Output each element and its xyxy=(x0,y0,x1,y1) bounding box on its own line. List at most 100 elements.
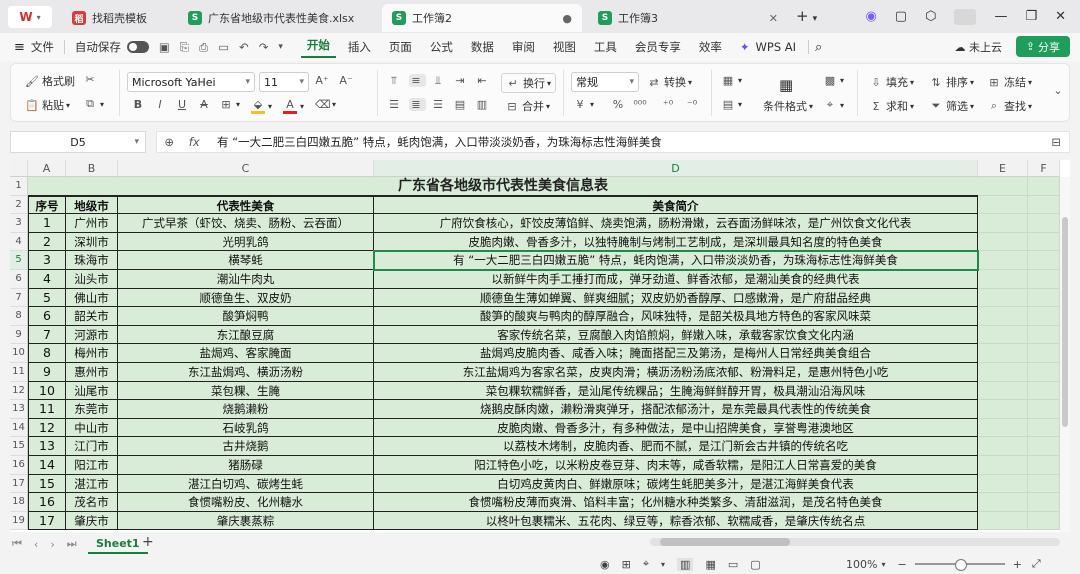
sort-button[interactable]: ⇅ 排序 ▾ xyxy=(929,74,974,90)
table-cell[interactable]: 有 “一大二肥三白四嫩五脆” 特点，蚝肉饱满，入口带淡淡奶香，为珠海标志性海鲜美… xyxy=(374,251,978,270)
sheet-button[interactable]: ▤ ▾ xyxy=(721,98,742,111)
row-header[interactable]: 10 xyxy=(10,344,28,363)
tab-workbook2[interactable]: S 工作簿2 ● xyxy=(382,4,582,32)
table-cell[interactable]: 广府饮食核心，虾饺皮薄馅鲜、烧卖饱满，肠粉滑嫩，云吞面汤鲜味浓，是广州饮食文化代… xyxy=(374,214,978,233)
empty-cell[interactable] xyxy=(1028,344,1060,363)
align-bottom-button[interactable]: ⫫ xyxy=(431,74,448,88)
vertical-scrollbar[interactable] xyxy=(1060,177,1070,532)
sheet-title-cell[interactable]: 广东省各地级市代表性美食信息表 xyxy=(28,177,978,196)
table-cell[interactable]: 珠海市 xyxy=(66,251,118,270)
align-center-button[interactable]: ≣ xyxy=(409,98,426,111)
empty-cell[interactable] xyxy=(978,437,1028,456)
sum-button[interactable]: Σ 求和 ▾ xyxy=(869,98,915,114)
preview-icon[interactable]: ▭ xyxy=(218,40,229,54)
table-cell[interactable]: 12 xyxy=(28,418,66,438)
empty-cell[interactable] xyxy=(1028,270,1060,289)
add-sheet-button[interactable]: + xyxy=(142,532,154,552)
cloud-status[interactable]: ☁ 未上云 xyxy=(955,39,1003,55)
empty-cell[interactable] xyxy=(1028,325,1060,345)
table-cell[interactable]: 16 xyxy=(28,493,66,512)
eye-icon[interactable]: ◉ xyxy=(600,558,610,571)
table-cell[interactable]: 中山市 xyxy=(66,418,118,438)
redo-icon[interactable]: ↷ xyxy=(259,40,269,54)
table-cell[interactable]: 盐焗鸡皮脆肉香、咸香入味；腌面搭配三及第汤，是梅州人日常经典美食组合 xyxy=(374,344,978,363)
empty-cell[interactable] xyxy=(978,400,1028,419)
empty-cell[interactable] xyxy=(978,307,1028,326)
cube-icon[interactable]: ⬡ xyxy=(925,9,936,24)
table-cell[interactable]: 11 xyxy=(28,400,66,419)
expand-formula-icon[interactable]: ⊟ xyxy=(1051,135,1061,149)
spreadsheet-grid[interactable]: A B C D E F 1 2 3 4 5 6 7 8 9 10 11 12 13 14 15 16 17 18 19 广东省各地… xyxy=(10,160,1070,532)
empty-cell[interactable] xyxy=(1028,363,1060,382)
column-header-a[interactable]: A xyxy=(28,160,66,177)
underline-button[interactable]: U xyxy=(175,98,192,111)
empty-cell[interactable] xyxy=(1028,251,1060,270)
search-icon[interactable]: ⌕ xyxy=(815,40,822,55)
row-header[interactable]: 3 xyxy=(10,214,28,233)
row-header[interactable]: 17 xyxy=(10,474,28,494)
table-cell[interactable]: 酸笋焖鸭 xyxy=(118,307,374,326)
save-icon[interactable]: ▣ xyxy=(159,40,170,54)
font-decrease-button[interactable]: A⁻ xyxy=(339,74,356,87)
empty-cell[interactable] xyxy=(1028,214,1060,233)
freeze-button[interactable]: ⊞ 冻结 ▾ xyxy=(987,74,1032,90)
zoom-level[interactable]: 100% xyxy=(846,558,877,571)
empty-cell[interactable] xyxy=(978,270,1028,289)
row-header[interactable]: 5 xyxy=(10,251,28,270)
empty-cell[interactable] xyxy=(1028,474,1060,494)
table-cell[interactable]: 烧鹅皮酥肉嫩，濑粉滑爽弹牙，搭配浓郁汤汁，是东莞最具代表性的传统美食 xyxy=(374,400,978,419)
header-cell[interactable]: 代表性美食 xyxy=(118,195,374,215)
table-cell[interactable]: 皮脆肉嫩、骨香多汁，有多种做法，是中山招牌美食，享誉粤港澳地区 xyxy=(374,418,978,438)
menu-tools[interactable]: 工具 xyxy=(588,39,623,55)
tab-templates[interactable]: 稻 找稻壳模板 xyxy=(62,4,174,32)
table-cell[interactable]: 光明乳鸽 xyxy=(118,232,374,252)
table-cell[interactable]: 皮脆肉嫩、骨香多汁，以独特腌制与烤制工艺制成，是深圳最具知名度的特色美食 xyxy=(374,232,978,252)
table-cell[interactable]: 猪肠碌 xyxy=(118,456,374,475)
export-icon[interactable]: ⎘ xyxy=(180,40,189,55)
justify-button[interactable]: ▤ xyxy=(453,98,470,111)
table-cell[interactable]: 9 xyxy=(28,363,66,382)
chevron-down-icon[interactable]: ▾ xyxy=(881,560,885,569)
prev-sheet-icon[interactable]: ‹ xyxy=(34,538,38,551)
tab-guangdong-food-file[interactable]: S 广东省地级市代表性美食.xlsx xyxy=(178,4,378,32)
fx-icon[interactable]: fx xyxy=(189,135,200,149)
empty-cell[interactable] xyxy=(978,474,1028,494)
align-left-button[interactable]: ☰ xyxy=(387,98,404,111)
empty-cell[interactable] xyxy=(1028,511,1060,531)
minimize-icon[interactable]: — xyxy=(994,9,1007,24)
table-cell[interactable]: 湛江市 xyxy=(66,474,118,494)
hamburger-icon[interactable]: ≡ xyxy=(14,40,25,55)
row-header[interactable]: 12 xyxy=(10,381,28,401)
align-top-button[interactable]: ⫪ xyxy=(387,74,404,88)
empty-cell[interactable] xyxy=(1028,177,1060,196)
zoom-out-icon[interactable]: − xyxy=(897,558,906,571)
copilot-icon[interactable]: ◉ xyxy=(865,9,876,24)
row-header[interactable]: 4 xyxy=(10,232,28,252)
zoom-in-icon[interactable]: + xyxy=(1013,558,1022,571)
empty-cell[interactable] xyxy=(978,456,1028,475)
column-header-c[interactable]: C xyxy=(118,160,374,177)
close-icon[interactable]: ✕ xyxy=(769,12,778,25)
zoom-icon[interactable]: ⊕ xyxy=(164,135,174,149)
table-cell[interactable]: 10 xyxy=(28,381,66,401)
empty-cell[interactable] xyxy=(978,195,1028,215)
filter-button[interactable]: ⏷ 筛选 ▾ xyxy=(929,98,974,114)
table-cell[interactable]: 8 xyxy=(28,344,66,363)
align-middle-button[interactable]: ≡ xyxy=(409,74,426,87)
percent-button[interactable]: % xyxy=(611,98,628,111)
avatar[interactable] xyxy=(954,8,977,25)
merge-button[interactable]: ⊟ 合并 ▾ xyxy=(505,98,550,114)
number-format-select[interactable]: 常规 ▾ xyxy=(571,72,639,92)
row-header[interactable]: 7 xyxy=(10,288,28,308)
next-sheet-icon[interactable]: › xyxy=(50,538,54,551)
dot-icon[interactable]: ● xyxy=(562,12,572,25)
table-cell[interactable]: 肇庆裹蒸粽 xyxy=(118,511,374,531)
align-right-button[interactable]: ☰ xyxy=(431,98,448,111)
empty-cell[interactable] xyxy=(1028,288,1060,308)
conditional-format-button[interactable]: 条件格式 ▾ xyxy=(763,98,813,114)
table-cell[interactable]: 佛山市 xyxy=(66,288,118,308)
zoom-slider[interactable] xyxy=(914,559,1005,571)
menu-wps-ai[interactable]: WPS AI xyxy=(750,40,803,54)
print-icon[interactable]: ⎙ xyxy=(199,40,208,55)
format-painter-button[interactable]: 🖌 格式刷 xyxy=(25,73,75,89)
